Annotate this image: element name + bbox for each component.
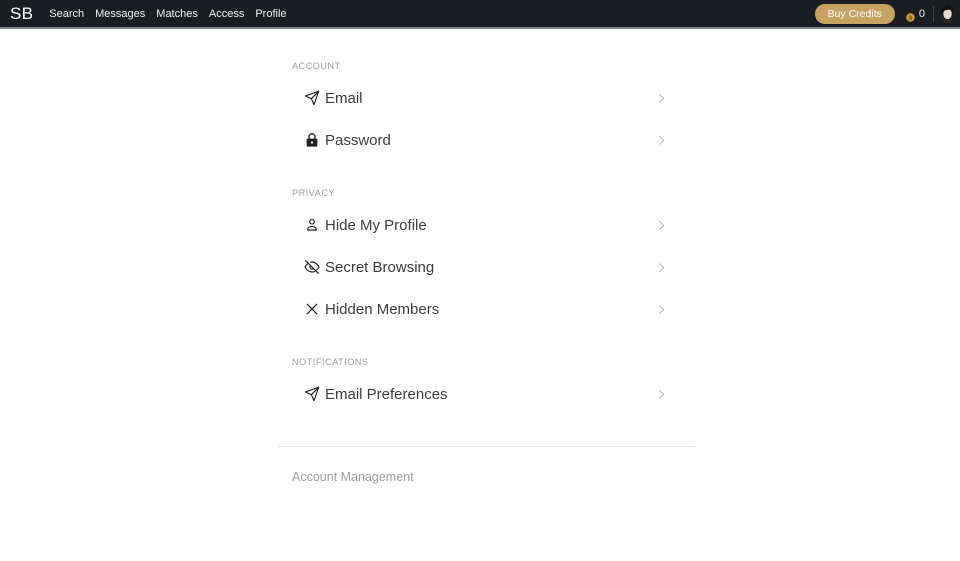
person-icon [303,217,320,234]
nav-item-matches[interactable]: Matches [156,8,198,20]
top-navbar: SB Search Messages Matches Access Profile Bu… [0,0,960,29]
section-title: PRIVACY [278,188,694,199]
chevron-right-icon [655,261,668,274]
settings-row-hide-my-profile[interactable]: Hide My Profile [278,204,694,246]
section-title: NOTIFICATIONS [278,357,694,368]
section-account: ACCOUNT Email Password [278,61,694,161]
app-logo[interactable]: SB [10,4,33,24]
row-label: Email Preferences [325,386,655,403]
row-label: Hide My Profile [325,217,655,234]
chevron-right-icon [655,134,668,147]
user-avatar[interactable] [937,3,958,24]
topbar-divider [933,6,934,22]
nav-item-profile[interactable]: Profile [255,8,286,20]
send-icon [303,386,320,403]
coin-icon: $ [906,9,915,18]
settings-sections: ACCOUNT Email Password PRIVACY Hide My Profi… [278,61,694,415]
credits-balance[interactable]: $ 0 [906,8,925,20]
eye-off-icon [303,259,320,276]
nav-item-access[interactable]: Access [209,8,244,20]
account-management-link[interactable]: Account Management [292,470,414,484]
row-label: Email [325,90,655,107]
section-privacy: PRIVACY Hide My Profile Secret Browsing Hid… [278,188,694,330]
settings-row-email[interactable]: Email [278,77,694,119]
row-label: Password [325,132,655,149]
svg-text:$: $ [909,15,912,21]
settings-row-password[interactable]: Password [278,119,694,161]
row-label: Hidden Members [325,301,655,318]
chevron-right-icon [655,219,668,232]
settings-page: ACCOUNT Email Password PRIVACY Hide My Profi… [278,29,694,486]
row-label: Secret Browsing [325,259,655,276]
send-icon [303,90,320,107]
section-divider [278,446,694,447]
section-notifications: NOTIFICATIONS Email Preferences [278,357,694,415]
buy-credits-button[interactable]: Buy Credits [815,4,895,24]
chevron-right-icon [655,388,668,401]
chevron-right-icon [655,92,668,105]
lock-icon [303,132,320,149]
settings-row-secret-browsing[interactable]: Secret Browsing [278,246,694,288]
x-icon [303,301,320,318]
settings-row-hidden-members[interactable]: Hidden Members [278,288,694,330]
section-title: ACCOUNT [278,61,694,72]
chevron-right-icon [655,303,668,316]
main-nav: Search Messages Matches Access Profile [49,8,297,20]
settings-row-email-preferences[interactable]: Email Preferences [278,373,694,415]
nav-item-messages[interactable]: Messages [95,8,145,20]
topbar-right: Buy Credits $ 0 [815,3,958,24]
nav-item-search[interactable]: Search [49,8,84,20]
credits-count: 0 [919,8,925,20]
